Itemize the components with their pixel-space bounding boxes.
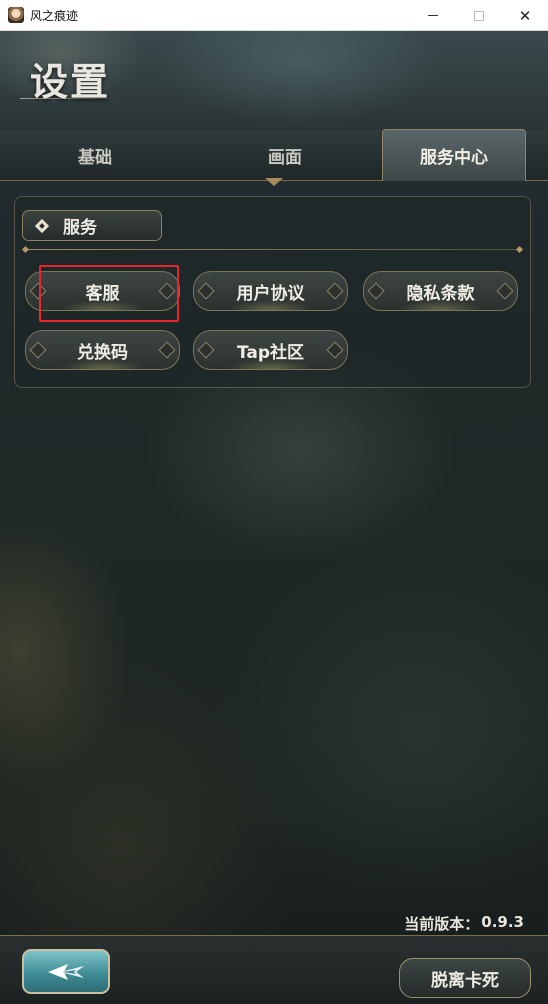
settings-header: 设置 xyxy=(0,31,548,131)
section-label: 服务 xyxy=(63,218,97,238)
maximize-button[interactable] xyxy=(456,0,502,31)
button-cap-right xyxy=(496,282,514,300)
game-viewport: 设置 基础 画面 服务中心 服务 客服 用户协议 隐私条款 兑换码 Tap社区 … xyxy=(0,31,548,1004)
section-divider xyxy=(25,249,520,250)
tab-graphics[interactable]: 画面 xyxy=(190,130,380,181)
tap-community-button[interactable]: Tap社区 xyxy=(193,330,348,370)
window-titlebar: 风之痕迹 ✕ xyxy=(0,0,548,31)
button-cap-left xyxy=(197,282,215,300)
tab-service-center[interactable]: 服务中心 xyxy=(382,129,526,181)
button-cap-left xyxy=(29,341,47,359)
button-label: 隐私条款 xyxy=(406,283,475,304)
window-controls: ✕ xyxy=(410,0,548,31)
button-label: 兑换码 xyxy=(77,342,128,363)
button-label: 用户协议 xyxy=(236,283,305,304)
maximize-icon xyxy=(474,10,484,21)
user-agreement-button[interactable]: 用户协议 xyxy=(193,271,348,311)
unstuck-button[interactable]: 脱离卡死 xyxy=(399,958,531,998)
diamond-icon xyxy=(33,217,51,235)
button-cap-left xyxy=(197,341,215,359)
minimize-button[interactable] xyxy=(410,0,456,31)
button-cap-right xyxy=(326,282,344,300)
button-cap-right xyxy=(326,341,344,359)
button-cap-right xyxy=(158,341,176,359)
close-icon: ✕ xyxy=(518,6,532,25)
tab-basic[interactable]: 基础 xyxy=(0,130,190,181)
button-label: Tap社区 xyxy=(236,342,305,363)
close-button[interactable]: ✕ xyxy=(502,0,548,31)
app-icon xyxy=(8,7,24,23)
button-cap-left xyxy=(367,282,385,300)
back-arrow-icon xyxy=(48,963,84,980)
privacy-policy-button[interactable]: 隐私条款 xyxy=(363,271,518,311)
tab-ornament xyxy=(265,178,283,188)
title-underline xyxy=(20,98,120,99)
minimize-icon xyxy=(428,15,438,16)
version-info: 当前版本： 0.9.3 xyxy=(404,913,524,934)
service-panel: 服务 客服 用户协议 隐私条款 兑换码 Tap社区 xyxy=(14,196,531,388)
window-title: 风之痕迹 xyxy=(30,8,79,23)
version-label: 当前版本： xyxy=(404,915,480,933)
redeem-code-button[interactable]: 兑换码 xyxy=(25,330,180,370)
section-header-service: 服务 xyxy=(22,210,162,241)
highlight-box xyxy=(39,265,179,322)
version-value: 0.9.3 xyxy=(481,913,524,931)
back-button[interactable] xyxy=(22,949,110,994)
settings-tabs: 基础 画面 服务中心 xyxy=(0,129,548,181)
